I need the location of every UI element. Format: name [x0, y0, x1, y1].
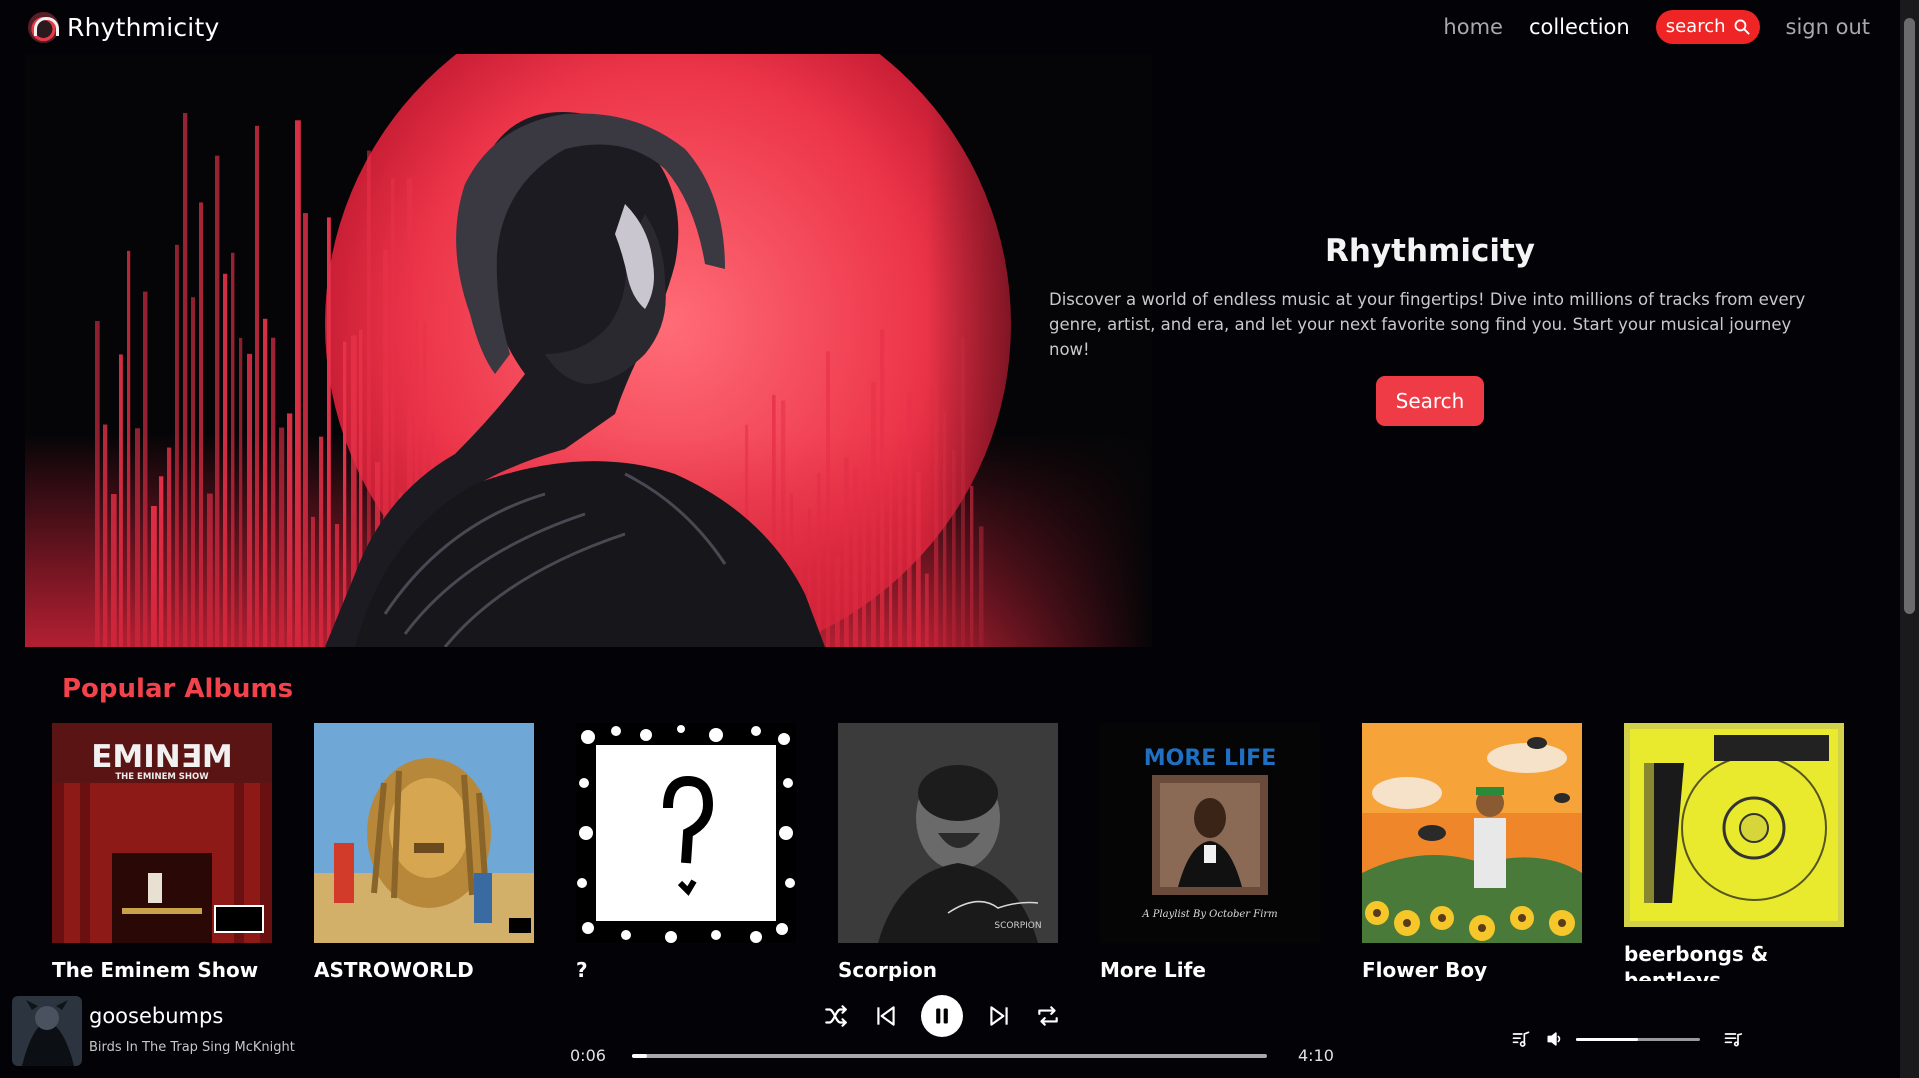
search-icon: [1734, 19, 1750, 35]
album-title: beerbongs & bentleys: [1624, 942, 1769, 981]
current-time: 0:06: [570, 1046, 606, 1065]
nav-search-button[interactable]: search: [1655, 10, 1760, 44]
cover-subtitle: THE EMINEM SHOW: [115, 772, 209, 782]
album-card-more-life[interactable]: MORE LIFE A Playlist By October Firm Mor…: [1100, 723, 1320, 981]
svg-text:SCORPION: SCORPION: [994, 921, 1041, 931]
hero-artwork: [25, 54, 1152, 647]
lyrics-button[interactable]: [1510, 1028, 1532, 1050]
app-page: Rhythmicity home collection search sign …: [0, 0, 1919, 1078]
hero-title: Rhythmicity: [1325, 233, 1535, 269]
queue-icon: [1724, 1033, 1743, 1047]
album-cover: MORE LIFE A Playlist By October Firm: [1100, 723, 1320, 943]
brand[interactable]: Rhythmicity: [28, 11, 220, 43]
popular-albums-title: Popular Albums: [62, 674, 294, 704]
shuffle-icon: [825, 1005, 847, 1027]
hero-intro: Rhythmicity Discover a world of endless …: [1030, 233, 1830, 426]
album-cover: [1362, 723, 1582, 943]
page-scrollbar[interactable]: [1900, 0, 1919, 1078]
queue-button[interactable]: [1722, 1028, 1744, 1050]
hero-description: Discover a world of endless music at you…: [1049, 290, 1806, 359]
album-cover: [576, 723, 796, 943]
nav-home-link[interactable]: home: [1443, 15, 1503, 39]
progress-bar[interactable]: [632, 1054, 1267, 1058]
album-title: ASTROWORLD: [314, 958, 474, 981]
album-title: Flower Boy: [1362, 958, 1488, 981]
album-cover: EMINƎM THE EMINEM SHOW: [52, 723, 272, 943]
progress-fill: [632, 1054, 648, 1058]
cover-title: MORE LIFE: [1144, 746, 1276, 771]
playback-controls: [822, 994, 1062, 1038]
skip-previous-icon: [876, 1006, 895, 1026]
scrollbar-thumb[interactable]: [1904, 18, 1915, 614]
player-extra-controls: [1510, 1028, 1744, 1050]
hero-illustration: [25, 54, 1152, 647]
album-cover: [314, 723, 534, 943]
volume-slider[interactable]: [1576, 1037, 1700, 1041]
album-card-scorpion[interactable]: SCORPION Scorpion: [838, 723, 1058, 981]
album-card-question-mark[interactable]: ?: [576, 723, 796, 981]
nav-signout-link[interactable]: sign out: [1786, 15, 1870, 39]
total-time: 4:10: [1298, 1046, 1334, 1065]
volume-level: [1576, 1037, 1638, 1041]
album-card-eminem-show[interactable]: EMINƎM THE EMINEM SHOW The Eminem Show: [52, 723, 272, 981]
navbar: Rhythmicity home collection search sign …: [0, 0, 1900, 54]
album-card-beerbongs-bentleys[interactable]: beerbongs & bentleys: [1624, 723, 1844, 981]
next-button[interactable]: [985, 1002, 1013, 1030]
player-bar: goosebumps Birds In The Trap Sing McKnig…: [0, 986, 1900, 1078]
cover-subtitle: A Playlist By October Firm: [1141, 909, 1277, 920]
volume-button[interactable]: [1544, 1028, 1566, 1050]
now-playing-title[interactable]: goosebumps: [89, 1004, 223, 1028]
album-title: Scorpion: [838, 958, 938, 981]
pause-button[interactable]: [921, 995, 963, 1037]
skip-next-icon: [989, 1006, 1008, 1026]
repeat-icon: [1038, 1006, 1058, 1026]
hero-search-button[interactable]: Search: [1375, 376, 1485, 426]
nav-collection-link[interactable]: collection: [1529, 15, 1630, 39]
shuffle-button[interactable]: [822, 1002, 850, 1030]
nav-search-label: search: [1665, 16, 1726, 37]
pause-icon: [936, 1008, 948, 1024]
cover-title: EMINƎM: [91, 739, 233, 775]
headphones-icon: [28, 11, 59, 43]
album-title: ?: [576, 958, 588, 981]
brand-name: Rhythmicity: [67, 12, 220, 42]
lyrics-icon: [1512, 1031, 1530, 1047]
album-card-astroworld[interactable]: ASTROWORLD: [314, 723, 534, 981]
volume-icon: [1547, 1032, 1561, 1046]
repeat-button[interactable]: [1034, 1002, 1062, 1030]
nav-links: home collection search sign out: [1443, 10, 1870, 44]
album-list: EMINƎM THE EMINEM SHOW The Eminem Show A…: [52, 723, 1847, 981]
album-title: The Eminem Show: [52, 958, 259, 981]
album-title: More Life: [1100, 958, 1206, 981]
album-card-flower-boy[interactable]: Flower Boy: [1362, 723, 1582, 981]
album-cover: [1624, 723, 1844, 943]
previous-button[interactable]: [872, 1002, 900, 1030]
now-playing-album[interactable]: Birds In The Trap Sing McKnight: [89, 1040, 295, 1055]
album-cover: SCORPION: [838, 723, 1058, 943]
now-playing-cover[interactable]: [12, 996, 82, 1066]
